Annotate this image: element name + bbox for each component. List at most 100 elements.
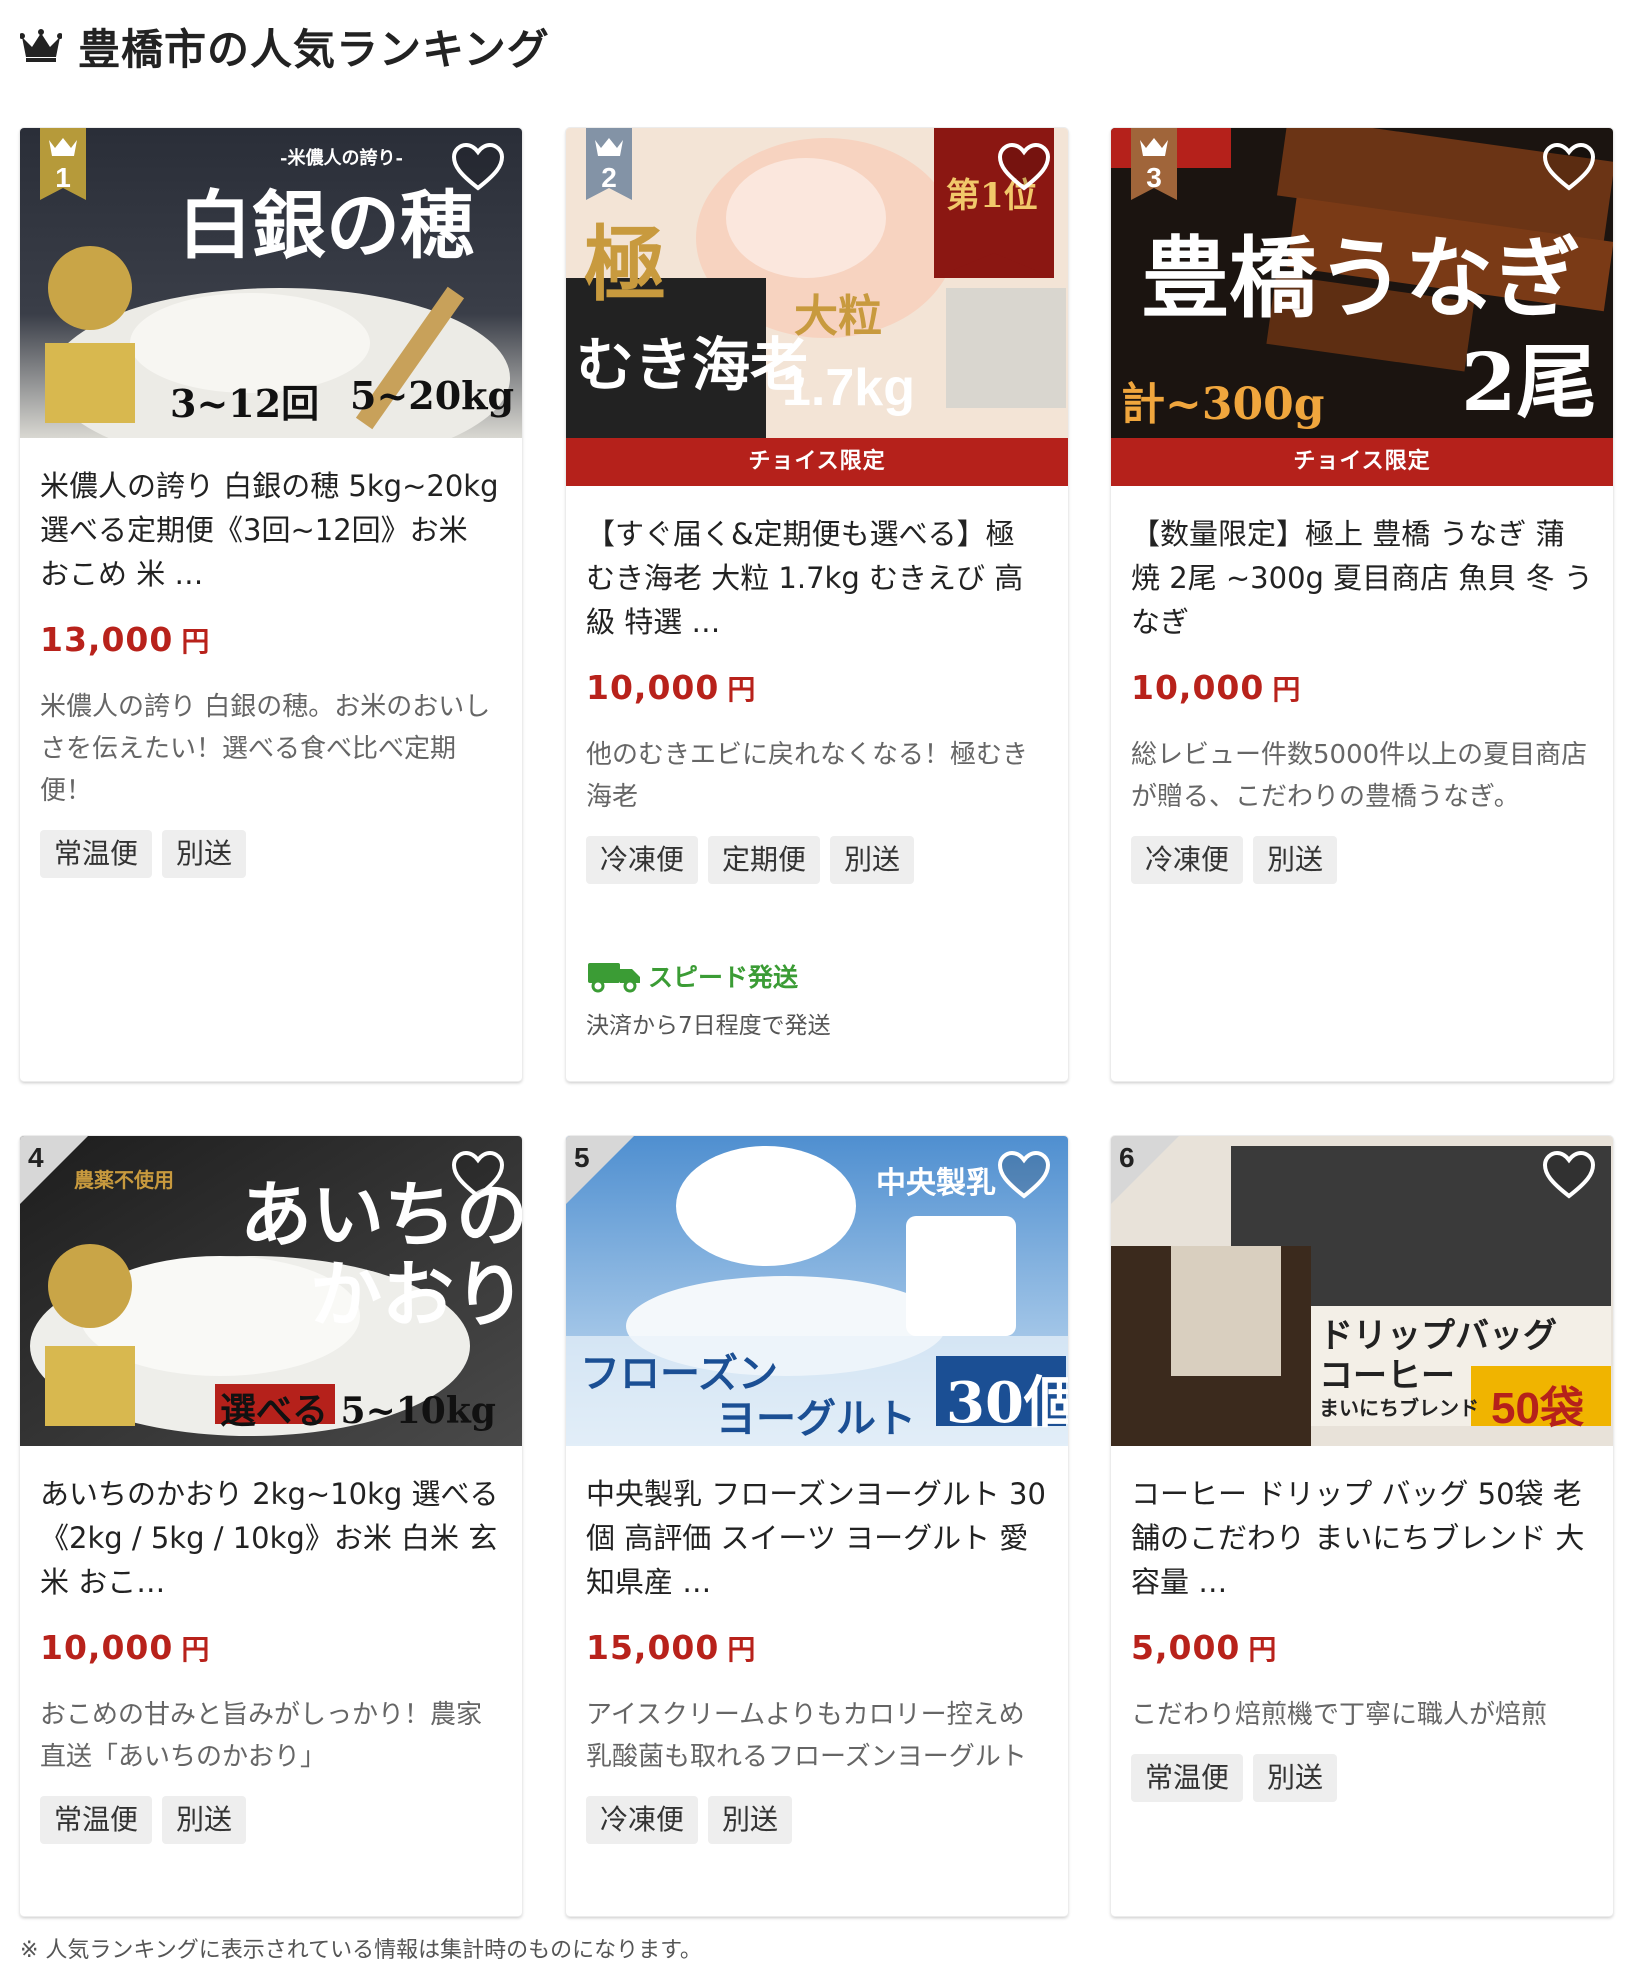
image-subline: むき海老 — [576, 331, 809, 399]
tag-list: 冷凍便 定期便 別送 — [586, 836, 1048, 884]
product-title[interactable]: あいちのかおり 2kg~10kg 選べる《2kg / 5kg / 10kg》お米… — [40, 1472, 502, 1604]
price-value: 10,000 — [1131, 668, 1265, 707]
product-description: アイスクリームよりもカロリー控えめ乳酸菌も取れるフローズンヨーグルト — [586, 1700, 1027, 1772]
image-callout: 30個 — [946, 1370, 1068, 1436]
price-value: 5,000 — [1131, 1628, 1241, 1667]
rank-badge: 2 — [586, 128, 632, 200]
image-callout: 大粒 — [794, 291, 882, 342]
product-price: 5,000 円 — [1131, 1628, 1593, 1668]
product-description: 米儂人の誇り 白銀の穂。お米のおいしさを伝えたい！選べる食べ比べ定期便！ — [40, 692, 491, 806]
tag: 別送 — [830, 836, 915, 884]
image-headline: 極 — [584, 217, 667, 313]
product-title[interactable]: 米儂人の誇り 白銀の穂 5kg~20kg 選べる定期便《3回~12回》お米 おこ… — [40, 464, 502, 596]
price-currency: 円 — [1272, 673, 1302, 706]
rank-number: 4 — [28, 1142, 44, 1173]
image-callout: 1.7kg — [782, 359, 915, 417]
price-currency: 円 — [1248, 1633, 1278, 1666]
price-currency: 円 — [181, 1633, 211, 1666]
tag: 別送 — [1253, 836, 1338, 884]
tag-list: 常温便 別送 — [1131, 1754, 1593, 1802]
speed-shipping: スピード発送 — [586, 958, 1048, 994]
rank-badge: 1 — [40, 128, 86, 200]
heart-outline-icon[interactable] — [996, 1150, 1052, 1200]
product-description: おこめの甘みと旨みがしっかり！農家直送「あいちのかおり」 — [40, 1700, 483, 1772]
product-image[interactable]: 極 むき海老 大粒 1.7kg 第1位 2 — [566, 128, 1068, 438]
heart-outline-icon[interactable] — [996, 142, 1052, 192]
price-value: 15,000 — [586, 1628, 720, 1667]
tag: 冷凍便 — [586, 1796, 699, 1844]
product-price: 10,000 円 — [1131, 668, 1593, 708]
image-subline: コーヒー — [1319, 1357, 1455, 1395]
image-headline: 豊橋うなぎ — [1141, 226, 1582, 330]
image-callout: 計~300g — [1121, 379, 1325, 430]
product-title[interactable]: 【数量限定】極上 豊橋 うなぎ 蒲焼 2尾 ~300g 夏目商店 魚貝 冬 うな… — [1131, 512, 1593, 644]
product-card[interactable]: あいちの かおり 選べる 5~10kg 農薬不使用 4 あいちのかおり 2kg~… — [20, 1136, 522, 1916]
tag: 定期便 — [708, 836, 821, 884]
image-headline: 白銀の穂 — [178, 183, 474, 269]
image-callout: 2尾 — [1461, 335, 1597, 429]
image-subline: -米儂人の誇り- — [280, 148, 403, 169]
tag: 別送 — [162, 1796, 247, 1844]
product-card[interactable]: 極 むき海老 大粒 1.7kg 第1位 2 チョイス限定 【すぐ届く&定期便も選… — [566, 128, 1068, 1081]
image-callout: 5~20kg — [350, 373, 515, 418]
tag-list: 常温便 別送 — [40, 1796, 502, 1844]
product-image[interactable]: あいちの かおり 選べる 5~10kg 農薬不使用 4 — [20, 1136, 522, 1446]
product-image[interactable]: 豊橋うなぎ 計~300g 2尾 3 — [1111, 128, 1613, 438]
product-title[interactable]: 中央製乳 フローズンヨーグルト 30個 高評価 スイーツ ヨーグルト 愛知県産 … — [586, 1472, 1048, 1604]
tag: 別送 — [708, 1796, 793, 1844]
tag-list: 冷凍便 別送 — [1131, 836, 1593, 884]
ranking-footnote: ※ 人気ランキングに表示されている情報は集計時のものになります。 — [20, 1938, 702, 1963]
truck-icon — [588, 963, 640, 993]
product-price: 10,000 円 — [40, 1628, 502, 1668]
tag-list: 冷凍便 別送 — [586, 1796, 1048, 1844]
product-image[interactable]: ドリップバッグ コーヒー まいにちブレンド 50袋 6 — [1111, 1136, 1613, 1446]
image-callout: 50袋 — [1491, 1384, 1584, 1433]
image-subline: かおり — [310, 1252, 522, 1337]
rank-number: 1 — [55, 162, 71, 193]
tag: 冷凍便 — [1131, 836, 1244, 884]
tag: 常温便 — [1131, 1754, 1244, 1802]
product-description: こだわり焙煎機で丁寧に職人が焙煎 — [1131, 1700, 1548, 1730]
image-subline: ヨーグルト — [716, 1395, 916, 1442]
tag: 冷凍便 — [586, 836, 699, 884]
heart-outline-icon[interactable] — [450, 142, 506, 192]
tag-list: 常温便 別送 — [40, 830, 502, 878]
heart-outline-icon[interactable] — [450, 1150, 506, 1200]
image-brand: 中央製乳 — [876, 1167, 996, 1200]
product-price: 15,000 円 — [586, 1628, 1048, 1668]
heart-outline-icon[interactable] — [1541, 1150, 1597, 1200]
tag: 常温便 — [40, 830, 153, 878]
product-price: 10,000 円 — [586, 668, 1048, 708]
heart-outline-icon[interactable] — [1541, 142, 1597, 192]
image-callout: 選べる 5~10kg — [220, 1390, 496, 1432]
product-price: 13,000 円 — [40, 620, 502, 660]
product-image[interactable]: 白銀の穂 -米儂人の誇り- 3~12回 5~20kg 1 — [20, 128, 522, 438]
choice-limited-bar: チョイス限定 — [566, 438, 1068, 486]
product-description: 他のむきエビに戻れなくなる！極むき海老 — [586, 740, 1029, 812]
product-title[interactable]: コーヒー ドリップ バッグ 50袋 老舗のこだわり まいにちブレンド 大容量 … — [1131, 1472, 1593, 1604]
price-value: 13,000 — [40, 620, 174, 659]
product-card[interactable]: 豊橋うなぎ 計~300g 2尾 3 チョイス限定 【数量限定】極上 豊橋 うなぎ… — [1111, 128, 1613, 1081]
price-value: 10,000 — [586, 668, 720, 707]
tag: 常温便 — [40, 1796, 153, 1844]
product-card[interactable]: ドリップバッグ コーヒー まいにちブレンド 50袋 6 コーヒー ドリップ バッ… — [1111, 1136, 1613, 1916]
ranking-header: 豊橋市の人気ランキング — [20, 18, 550, 74]
product-title[interactable]: 【すぐ届く&定期便も選べる】極 むき海老 大粒 1.7kg むきえび 高級 特選… — [586, 512, 1048, 644]
rank-number: 2 — [601, 162, 617, 193]
price-value: 10,000 — [40, 1628, 174, 1667]
rank-number: 5 — [574, 1142, 590, 1173]
rank-number: 3 — [1146, 162, 1162, 193]
image-callout: 3~12回 — [170, 381, 320, 426]
image-label: まいにちブレンド — [1319, 1398, 1479, 1420]
rank-number: 6 — [1119, 1142, 1135, 1173]
tag: 別送 — [162, 830, 247, 878]
product-card[interactable]: 中央製乳 フローズン ヨーグルト 30個 5 中央製乳 フローズンヨーグルト 3… — [566, 1136, 1068, 1916]
page-title: 豊橋市の人気ランキング — [78, 24, 550, 74]
product-image[interactable]: 中央製乳 フローズン ヨーグルト 30個 5 — [566, 1136, 1068, 1446]
product-card[interactable]: 白銀の穂 -米儂人の誇り- 3~12回 5~20kg 1 米儂人の誇り 白銀の穂… — [20, 128, 522, 1081]
price-currency: 円 — [181, 625, 211, 658]
price-currency: 円 — [727, 1633, 757, 1666]
product-description: 総レビュー件数5000件以上の夏目商店が贈る、こだわりの豊橋うなぎ。 — [1131, 740, 1588, 812]
speed-note: 決済から7日程度で発送 — [586, 1013, 831, 1039]
crown-icon — [20, 29, 62, 62]
